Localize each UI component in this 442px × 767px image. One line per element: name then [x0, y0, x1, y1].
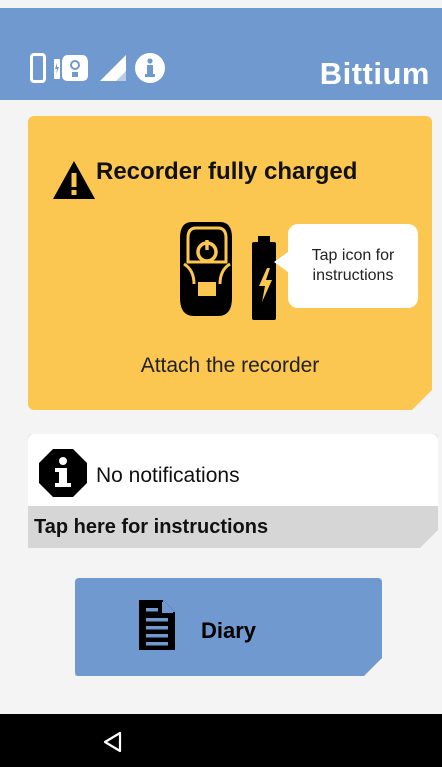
recorder-device-icon [180, 222, 232, 316]
instructions-link-label: Tap here for instructions [34, 516, 269, 538]
recorder-charge-button[interactable] [178, 216, 282, 331]
info-octagon-icon [38, 448, 88, 503]
status-title: Recorder fully charged [96, 158, 358, 185]
app-header: Bittium [0, 8, 442, 100]
status-message: Attach the recorder [140, 354, 320, 377]
document-icon [137, 598, 177, 657]
diary-button[interactable]: Diary [75, 578, 382, 676]
recorder-status-card: Recorder fully charged Tap icon for inst… [28, 116, 432, 410]
brand-logo: Bittium [319, 56, 430, 91]
diary-label: Diary [201, 618, 257, 643]
warning-icon [52, 160, 96, 205]
system-navbar [0, 714, 442, 767]
instructions-tooltip: Tap icon for instructions [288, 224, 418, 308]
notifications-card[interactable]: No notifications Tap here for instructio… [28, 434, 438, 548]
instructions-link[interactable]: Tap here for instructions [28, 506, 438, 548]
back-icon[interactable] [103, 731, 123, 758]
info-icon [134, 52, 166, 84]
signal-icon [98, 53, 128, 83]
battery-charging-icon [252, 236, 276, 320]
recorder-icon [52, 53, 92, 83]
notifications-text: No notifications [96, 464, 240, 487]
status-icons [30, 50, 166, 86]
phone-icon [30, 53, 46, 83]
